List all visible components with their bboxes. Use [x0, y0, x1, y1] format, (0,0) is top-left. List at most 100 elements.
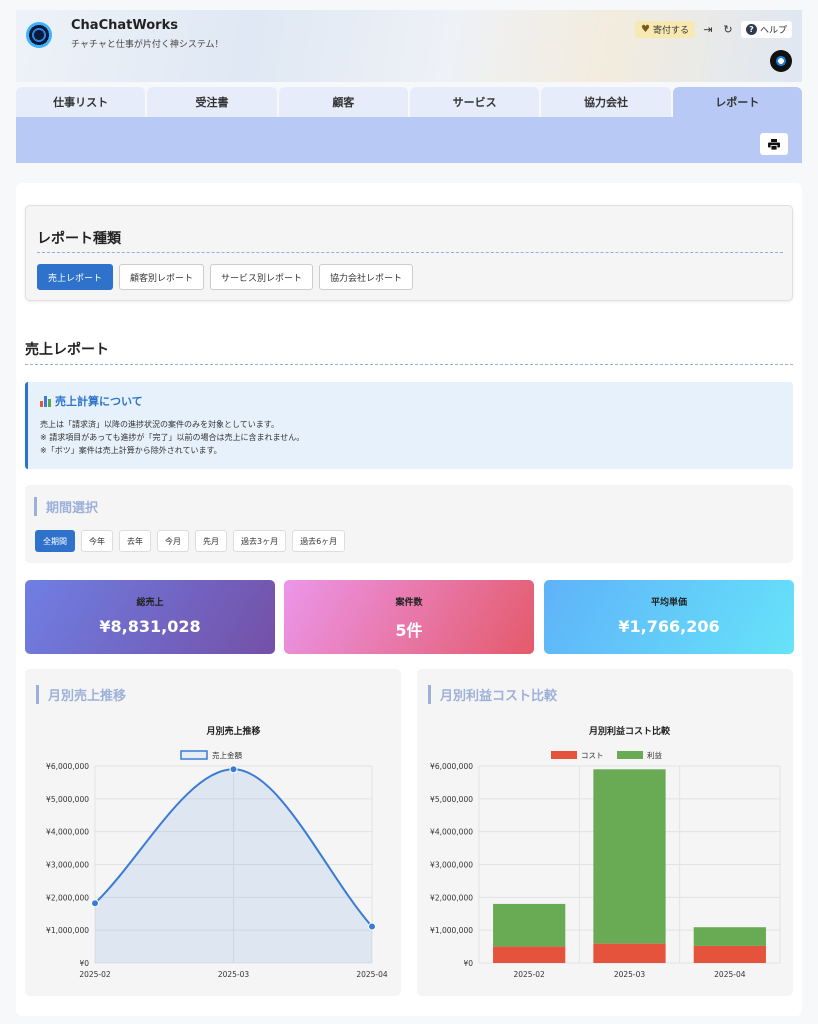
y-tick-label: ¥6,000,000	[430, 762, 473, 771]
report-type-card: レポート種類 売上レポート 顧客別レポート サービス別レポート 協力会社レポート	[25, 205, 793, 301]
period-all-button[interactable]: 全期間	[35, 530, 75, 552]
app-header: ChaChatWorks チャチャと仕事が片付く神システム！ ♥ 寄付する ⇥ …	[16, 10, 802, 82]
bar-chart-icon	[40, 395, 51, 407]
partner-report-button[interactable]: 協力会社レポート	[319, 264, 414, 290]
y-tick-label: ¥3,000,000	[46, 861, 89, 870]
info-line: ※「ボツ」案件は売上計算から除外されています。	[40, 446, 222, 455]
heart-icon: ♥	[641, 24, 650, 35]
data-point	[368, 922, 376, 931]
printer-icon	[768, 138, 780, 150]
bar-segment	[493, 903, 566, 947]
user-avatar[interactable]	[770, 50, 792, 72]
report-type-buttons: 売上レポート 顧客別レポート サービス別レポート 協力会社レポート	[37, 264, 414, 290]
legend-swatch	[180, 750, 208, 760]
app-logo-icon[interactable]	[26, 22, 52, 48]
total-sales-card: 総売上 ¥8,831,028	[25, 580, 275, 654]
y-tick-label: ¥4,000,000	[430, 828, 473, 837]
legend-label: コスト	[581, 751, 604, 760]
period-last-3-months-button[interactable]: 過去3ヶ月	[233, 530, 287, 552]
profit-cost-chart-card: 月別利益コスト比較 ¥0 ¥1,000,000 ¥2,000,000 ¥3,000,0…	[417, 669, 793, 996]
y-tick-label: ¥1,000,000	[46, 926, 89, 935]
donate-label: 寄付する	[652, 26, 689, 36]
stat-value: ¥8,831,028	[99, 617, 201, 636]
x-tick-label: 2025-04	[714, 970, 746, 979]
info-line: ※ 請求項目があっても進捗が「完了」以前の場合は売上に含まれません。	[40, 433, 305, 442]
logout-icon[interactable]: ⇥	[701, 23, 715, 36]
profit-cost-chart: ¥0 ¥1,000,000 ¥2,000,000 ¥3,000,000 ¥4,000,0…	[430, 725, 781, 979]
bar-segment	[593, 769, 666, 944]
x-tick-label: 2025-03	[614, 970, 646, 979]
x-tick-label: 2025-04	[356, 970, 388, 979]
tab-services[interactable]: サービス	[409, 87, 540, 117]
y-tick-label: ¥2,000,000	[430, 893, 473, 902]
y-tick-label: ¥0	[463, 959, 473, 968]
data-point	[91, 899, 99, 908]
legend-label: 利益	[647, 750, 662, 760]
sales-report-button[interactable]: 売上レポート	[37, 264, 114, 290]
tab-customers[interactable]: 顧客	[278, 87, 408, 117]
y-tick-label: ¥4,000,000	[46, 828, 89, 837]
help-button[interactable]: ? ヘルプ	[740, 21, 792, 38]
header-actions: ♥ 寄付する ⇥ ↻ ? ヘルプ	[635, 21, 792, 38]
tab-work-list[interactable]: 仕事リスト	[16, 87, 146, 117]
tab-reports[interactable]: レポート	[672, 87, 802, 117]
bar-segment	[693, 927, 766, 946]
report-panel: レポート種類 売上レポート 顧客別レポート サービス別レポート 協力会社レポート…	[16, 183, 802, 1016]
section-divider	[25, 364, 793, 365]
bar-segment	[593, 943, 666, 963]
period-buttons: 全期間 今年 去年 今月 先月 過去3ヶ月 過去6ヶ月	[35, 530, 346, 552]
tab-orders[interactable]: 受注書	[147, 87, 277, 117]
x-tick-label: 2025-02	[79, 970, 111, 979]
legend-label: 売上金額	[212, 750, 242, 760]
y-tick-label: ¥1,000,000	[430, 926, 473, 935]
info-line: 売上は「請求済」以降の進捗状況の案件のみを対象としています。	[40, 420, 279, 429]
divider	[37, 252, 783, 253]
chart-title: 月別売上推移	[205, 725, 260, 737]
sales-info-box: 売上計算について 売上は「請求済」以降の進捗状況の案件のみを対象としています。 …	[25, 382, 793, 469]
stat-label: 案件数	[395, 598, 423, 608]
donate-button[interactable]: ♥ 寄付する	[635, 21, 695, 38]
y-tick-label: ¥5,000,000	[430, 795, 473, 804]
x-tick-label: 2025-02	[513, 970, 545, 979]
report-type-heading: レポート種類	[37, 231, 121, 247]
case-count-card: 案件数 5件	[284, 580, 534, 654]
bar-segment	[493, 946, 566, 963]
info-title: 売上計算について	[55, 395, 143, 408]
period-last-month-button[interactable]: 先月	[195, 530, 227, 552]
y-tick-label: ¥2,000,000	[46, 893, 89, 902]
y-tick-label: ¥5,000,000	[46, 795, 89, 804]
chart-title: 月別利益コスト比較	[588, 725, 671, 737]
stat-value: 5件	[395, 621, 423, 640]
app-title: ChaChatWorks	[71, 18, 178, 33]
main-tabs: 仕事リスト 受注書 顧客 サービス 協力会社 レポート	[16, 87, 802, 117]
app-subtitle: チャチャと仕事が片付く神システム！	[71, 40, 224, 50]
stat-value: ¥1,766,206	[618, 617, 720, 636]
x-tick-label: 2025-03	[218, 970, 250, 979]
service-report-button[interactable]: サービス別レポート	[210, 264, 314, 290]
y-tick-label: ¥3,000,000	[430, 861, 473, 870]
data-point	[229, 765, 238, 774]
period-last-year-button[interactable]: 去年	[119, 530, 151, 552]
monthly-sales-chart-card: 月別売上推移 ¥0 ¥1,000,000 ¥2,000,000 ¥3,000,000 ¥…	[25, 669, 401, 996]
refresh-icon[interactable]: ↻	[721, 23, 735, 36]
period-heading: 期間選択	[34, 497, 98, 516]
period-last-6-months-button[interactable]: 過去6ヶ月	[292, 530, 346, 552]
legend-swatch	[617, 751, 643, 759]
tab-toolbar	[16, 117, 802, 163]
stat-label: 平均単価	[650, 598, 687, 608]
period-selector: 期間選択 全期間 今年 去年 今月 先月 過去3ヶ月 過去6ヶ月	[25, 485, 793, 563]
stat-label: 総売上	[136, 598, 164, 608]
tab-partners[interactable]: 協力会社	[541, 87, 671, 117]
help-label: ヘルプ	[759, 26, 787, 36]
bar-segment	[693, 945, 766, 963]
y-tick-label: ¥6,000,000	[46, 762, 89, 771]
print-button[interactable]	[760, 133, 788, 155]
info-title-row: 売上計算について	[40, 393, 143, 409]
monthly-sales-chart: ¥0 ¥1,000,000 ¥2,000,000 ¥3,000,000 ¥4,000,0…	[46, 725, 388, 979]
period-this-month-button[interactable]: 今月	[157, 530, 189, 552]
customer-report-button[interactable]: 顧客別レポート	[119, 264, 205, 290]
section-title: 売上レポート	[25, 342, 109, 358]
y-tick-label: ¥0	[79, 959, 89, 968]
period-this-year-button[interactable]: 今年	[81, 530, 113, 552]
help-icon: ?	[745, 24, 757, 35]
